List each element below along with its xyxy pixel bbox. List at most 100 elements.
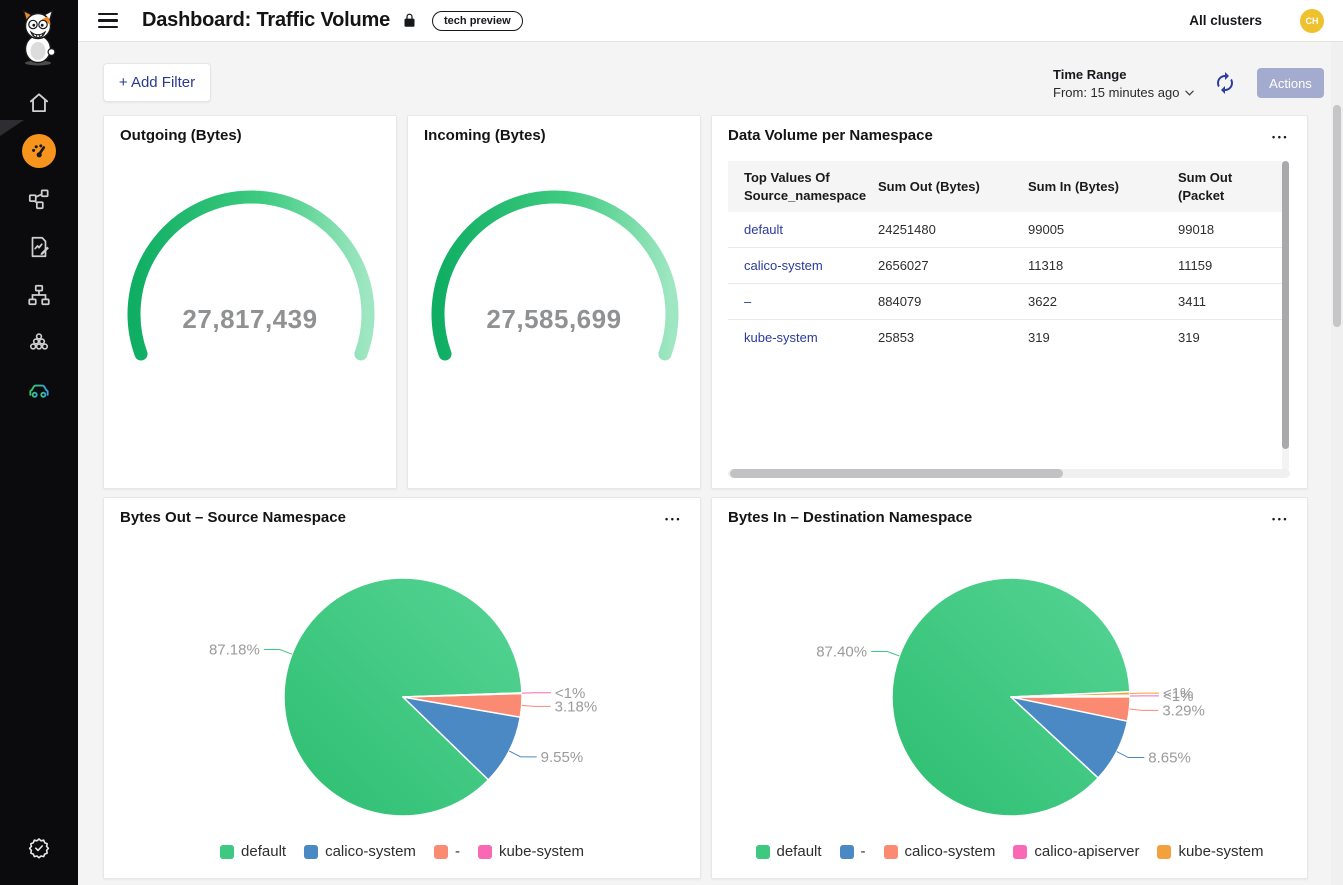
pie-percent-label: 87.18%	[209, 642, 260, 659]
legend-label: default	[777, 843, 822, 860]
legend-item-calico-system[interactable]: calico-system	[304, 843, 416, 860]
table-cell: 2656027	[862, 248, 1012, 284]
table-cell: 11159	[1162, 248, 1286, 284]
table-horizontal-scrollbar-thumb[interactable]	[730, 469, 1063, 478]
namespace-link[interactable]: default	[744, 222, 783, 237]
legend-item-calico-apiserver[interactable]: calico-apiserver	[1013, 843, 1139, 860]
legend-swatch	[1157, 845, 1171, 859]
table-vertical-scrollbar-thumb[interactable]	[1282, 161, 1289, 449]
car-icon	[25, 377, 53, 403]
pie-percent-label: 3.18%	[555, 698, 598, 715]
table-row: kube-system25853319319	[728, 320, 1286, 356]
more-menu-icon[interactable]	[1268, 506, 1293, 529]
page-scrollbar-thumb[interactable]	[1333, 105, 1341, 327]
pie-label-line	[509, 751, 537, 757]
pie-label-line	[1129, 709, 1158, 710]
cluster-nodes-icon	[26, 330, 52, 356]
legend-item--[interactable]: -	[434, 843, 460, 860]
app-root: Dashboard: Traffic Volume tech preview A…	[0, 0, 1343, 885]
table-row: –88407936223411	[728, 284, 1286, 320]
legend-label: -	[455, 843, 460, 860]
card-data-volume-table: Data Volume per Namespace Top Values Of …	[711, 115, 1308, 489]
sidebar-item-traffic[interactable]	[0, 368, 78, 412]
sidebar-item-clusters[interactable]	[0, 321, 78, 365]
refresh-button[interactable]	[1213, 71, 1237, 95]
time-range-value: From: 15 minutes ago	[1053, 85, 1179, 100]
chevron-down-icon	[1185, 90, 1194, 96]
home-icon	[26, 90, 52, 116]
page-title: Dashboard: Traffic Volume	[142, 9, 390, 32]
pie-percent-label: 9.55%	[541, 749, 584, 766]
pie-percent-label: 8.65%	[1148, 750, 1191, 767]
legend-label: kube-system	[1178, 843, 1263, 860]
table-vertical-scrollbar	[1282, 161, 1289, 471]
pie-percent-label: 87.40%	[816, 643, 867, 660]
legend-swatch	[884, 845, 898, 859]
legend-label: -	[861, 843, 866, 860]
card-title: Bytes In – Destination Namespace	[728, 509, 972, 526]
sidebar	[0, 0, 78, 885]
column-header: Top Values Of Source_namespace	[728, 161, 862, 212]
card-bytes-in-pie: Bytes In – Destination Namespace <1%<1%3…	[711, 497, 1308, 879]
calico-logo[interactable]	[16, 8, 60, 71]
card-incoming-bytes: Incoming (Bytes) 27,585,699	[407, 115, 701, 489]
table-row: default242514809900599018	[728, 212, 1286, 248]
actions-button[interactable]: Actions	[1257, 68, 1324, 98]
legend-swatch	[1013, 845, 1027, 859]
legend-item-kube-system[interactable]: kube-system	[1157, 843, 1263, 860]
namespace-table: Top Values Of Source_namespaceSum Out (B…	[728, 161, 1286, 355]
sidebar-item-service-graph[interactable]	[0, 177, 78, 221]
pie-percent-label: 3.29%	[1162, 702, 1205, 719]
table-cell: 319	[1162, 320, 1286, 356]
dashboard-gauge-icon	[29, 141, 49, 161]
column-header: Sum In (Bytes)	[1012, 161, 1162, 212]
table-cell: 24251480	[862, 212, 1012, 248]
legend-swatch	[840, 845, 854, 859]
legend-swatch	[220, 845, 234, 859]
legend-label: calico-system	[325, 843, 416, 860]
time-range-label: Time Range	[1053, 67, 1194, 82]
lock-icon	[402, 12, 417, 29]
refresh-icon	[1213, 71, 1237, 95]
card-title: Data Volume per Namespace	[728, 127, 933, 144]
namespace-link[interactable]: –	[744, 294, 751, 309]
more-menu-icon[interactable]	[1268, 124, 1293, 147]
legend-swatch	[756, 845, 770, 859]
bytes-out-pie-chart: <1%3.18%9.55%87.18%	[104, 528, 701, 848]
cluster-selector[interactable]: All clusters	[1189, 13, 1262, 28]
table-cell: 25853	[862, 320, 1012, 356]
more-menu-icon[interactable]	[661, 506, 686, 529]
menu-icon[interactable]	[98, 13, 118, 28]
time-range-dropdown[interactable]: Time Range From: 15 minutes ago	[1053, 67, 1194, 100]
network-graph-icon	[26, 186, 52, 212]
sidebar-item-compliance[interactable]	[0, 826, 78, 870]
pie-label-line	[264, 650, 292, 655]
table-cell: 3411	[1162, 284, 1286, 320]
legend-swatch	[434, 845, 448, 859]
legend-item-default[interactable]: default	[220, 843, 286, 860]
legend-item--[interactable]: -	[840, 843, 866, 860]
legend-item-calico-system[interactable]: calico-system	[884, 843, 996, 860]
gauge-value: 27,817,439	[104, 304, 396, 335]
sidebar-item-home[interactable]	[0, 81, 78, 125]
sidebar-item-reports[interactable]	[0, 225, 78, 269]
namespace-link[interactable]: calico-system	[744, 258, 823, 273]
card-bytes-out-pie: Bytes Out – Source Namespace <1%3.18%9.5…	[103, 497, 701, 879]
legend-item-kube-system[interactable]: kube-system	[478, 843, 584, 860]
page-scrollbar	[1331, 42, 1343, 885]
table-horizontal-scrollbar	[728, 469, 1290, 478]
table-cell: 319	[1012, 320, 1162, 356]
column-header: Sum Out (Packet	[1162, 161, 1286, 212]
table-cell: 99018	[1162, 212, 1286, 248]
legend-label: calico-apiserver	[1034, 843, 1139, 860]
tech-preview-badge: tech preview	[432, 11, 523, 31]
namespace-link[interactable]: kube-system	[744, 330, 818, 345]
legend-swatch	[304, 845, 318, 859]
user-avatar[interactable]: CH	[1300, 9, 1324, 33]
add-filter-button[interactable]: + Add Filter	[103, 63, 211, 102]
legend-label: calico-system	[905, 843, 996, 860]
sidebar-item-dashboards[interactable]	[0, 129, 78, 173]
legend-item-default[interactable]: default	[756, 843, 822, 860]
table-cell: 3622	[1012, 284, 1162, 320]
sidebar-item-topology[interactable]	[0, 273, 78, 317]
